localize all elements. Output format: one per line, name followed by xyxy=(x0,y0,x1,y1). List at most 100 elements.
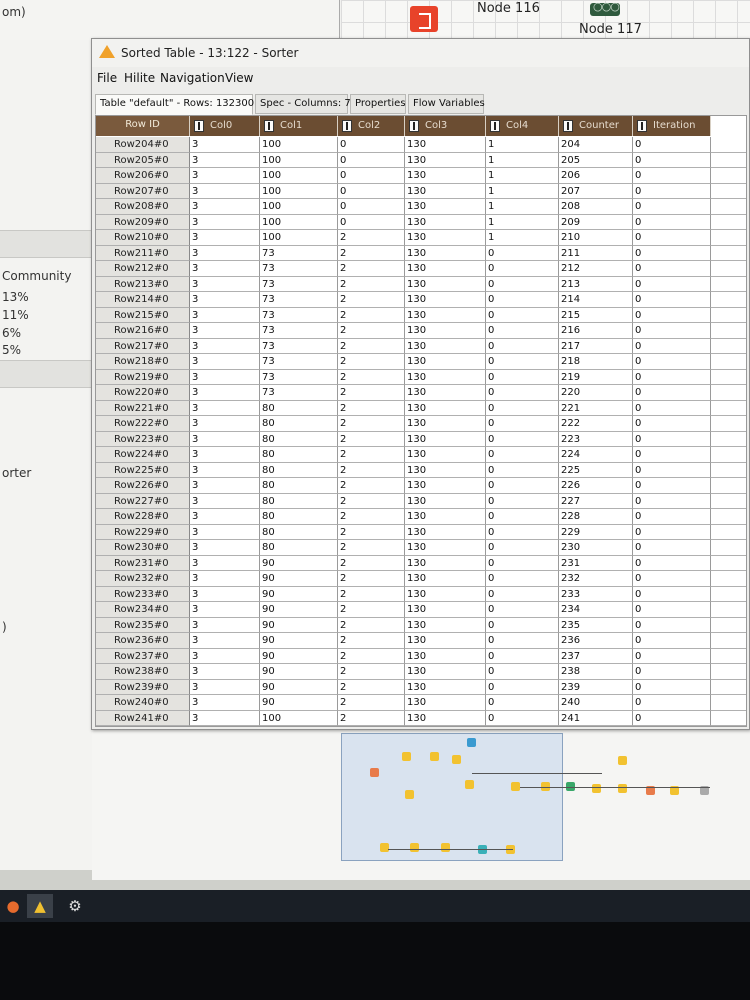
row-id-cell[interactable]: Row206#0 xyxy=(96,168,190,184)
tab-properties[interactable]: Properties xyxy=(350,94,406,114)
table-cell[interactable]: 204 xyxy=(559,137,633,153)
table-row[interactable]: Row231#0 3 90 2 130 0 231 0 xyxy=(96,555,746,571)
table-cell[interactable]: 0 xyxy=(486,648,559,664)
table-cell[interactable]: 0 xyxy=(633,323,711,339)
table-cell[interactable]: 0 xyxy=(338,214,405,230)
table-cell[interactable]: 218 xyxy=(559,354,633,370)
table-cell[interactable]: 2 xyxy=(338,710,405,726)
table-cell[interactable]: 220 xyxy=(559,385,633,401)
menu-navigation[interactable]: Navigation xyxy=(160,71,225,85)
row-id-cell[interactable]: Row212#0 xyxy=(96,261,190,277)
table-cell[interactable]: 130 xyxy=(405,447,486,463)
table-cell[interactable]: 130 xyxy=(405,540,486,556)
row-id-cell[interactable]: Row209#0 xyxy=(96,214,190,230)
table-cell[interactable]: 2 xyxy=(338,462,405,478)
table-cell[interactable]: 2 xyxy=(338,447,405,463)
table-row[interactable]: Row239#0 3 90 2 130 0 239 0 xyxy=(96,679,746,695)
table-cell[interactable]: 73 xyxy=(260,385,338,401)
row-id-cell[interactable]: Row210#0 xyxy=(96,230,190,246)
table-cell[interactable]: 2 xyxy=(338,261,405,277)
table-cell[interactable]: 90 xyxy=(260,602,338,618)
table-cell[interactable]: 0 xyxy=(486,307,559,323)
table-row[interactable]: Row238#0 3 90 2 130 0 238 0 xyxy=(96,664,746,680)
table-row[interactable]: Row226#0 3 80 2 130 0 226 0 xyxy=(96,478,746,494)
table-cell[interactable]: 0 xyxy=(633,571,711,587)
row-id-cell[interactable]: Row215#0 xyxy=(96,307,190,323)
row-id-cell[interactable]: Row208#0 xyxy=(96,199,190,215)
row-id-cell[interactable]: Row239#0 xyxy=(96,679,190,695)
row-id-cell[interactable]: Row213#0 xyxy=(96,276,190,292)
table-cell[interactable]: 0 xyxy=(633,555,711,571)
workflow-node[interactable] xyxy=(370,768,379,777)
table-cell[interactable]: 73 xyxy=(260,292,338,308)
table-cell[interactable]: 2 xyxy=(338,540,405,556)
row-id-cell[interactable]: Row233#0 xyxy=(96,586,190,602)
table-cell[interactable]: 3 xyxy=(190,369,260,385)
table-cell[interactable]: 90 xyxy=(260,695,338,711)
workflow-node[interactable] xyxy=(592,784,601,793)
table-cell[interactable]: 2 xyxy=(338,695,405,711)
table-cell[interactable]: 130 xyxy=(405,230,486,246)
table-cell[interactable]: 130 xyxy=(405,292,486,308)
table-cell[interactable]: 232 xyxy=(559,571,633,587)
table-cell[interactable]: 208 xyxy=(559,199,633,215)
table-cell[interactable]: 2 xyxy=(338,571,405,587)
table-row[interactable]: Row221#0 3 80 2 130 0 221 0 xyxy=(96,400,746,416)
table-cell[interactable]: 2 xyxy=(338,509,405,525)
workflow-node[interactable] xyxy=(410,843,419,852)
table-cell[interactable]: 90 xyxy=(260,664,338,680)
table-cell[interactable]: 90 xyxy=(260,586,338,602)
table-cell[interactable]: 221 xyxy=(559,400,633,416)
table-cell[interactable]: 2 xyxy=(338,338,405,354)
table-cell[interactable]: 2 xyxy=(338,354,405,370)
table-cell[interactable]: 216 xyxy=(559,323,633,339)
table-cell[interactable]: 0 xyxy=(633,524,711,540)
table-cell[interactable]: 207 xyxy=(559,183,633,199)
table-cell[interactable]: 3 xyxy=(190,323,260,339)
row-id-cell[interactable]: Row223#0 xyxy=(96,431,190,447)
row-id-cell[interactable]: Row226#0 xyxy=(96,478,190,494)
table-cell[interactable]: 0 xyxy=(633,261,711,277)
table-cell[interactable]: 73 xyxy=(260,354,338,370)
row-id-cell[interactable]: Row219#0 xyxy=(96,369,190,385)
table-cell[interactable]: 0 xyxy=(633,493,711,509)
row-id-cell[interactable]: Row221#0 xyxy=(96,400,190,416)
table-cell[interactable]: 73 xyxy=(260,338,338,354)
table-cell[interactable]: 210 xyxy=(559,230,633,246)
table-cell[interactable]: 0 xyxy=(633,509,711,525)
window-titlebar[interactable]: Sorted Table - 13:122 - Sorter xyxy=(92,39,749,67)
row-id-cell[interactable]: Row218#0 xyxy=(96,354,190,370)
table-cell[interactable]: 3 xyxy=(190,261,260,277)
table-cell[interactable]: 100 xyxy=(260,183,338,199)
table-row[interactable]: Row228#0 3 80 2 130 0 228 0 xyxy=(96,509,746,525)
table-cell[interactable]: 3 xyxy=(190,540,260,556)
table-cell[interactable]: 130 xyxy=(405,137,486,153)
table-cell[interactable]: 0 xyxy=(633,199,711,215)
table-cell[interactable]: 130 xyxy=(405,385,486,401)
table-cell[interactable]: 2 xyxy=(338,292,405,308)
table-cell[interactable]: 100 xyxy=(260,230,338,246)
column-header-col4[interactable]: Col4 xyxy=(486,116,559,136)
table-cell[interactable]: 0 xyxy=(486,478,559,494)
table-cell[interactable]: 0 xyxy=(486,431,559,447)
table-cell[interactable]: 0 xyxy=(486,323,559,339)
table-cell[interactable]: 223 xyxy=(559,431,633,447)
table-cell[interactable]: 2 xyxy=(338,323,405,339)
table-cell[interactable]: 100 xyxy=(260,152,338,168)
table-row[interactable]: Row216#0 3 73 2 130 0 216 0 xyxy=(96,323,746,339)
table-cell[interactable]: 236 xyxy=(559,633,633,649)
row-id-cell[interactable]: Row217#0 xyxy=(96,338,190,354)
table-cell[interactable]: 215 xyxy=(559,307,633,323)
table-row[interactable]: Row205#0 3 100 0 130 1 205 0 xyxy=(96,152,746,168)
table-cell[interactable]: 0 xyxy=(486,679,559,695)
row-id-cell[interactable]: Row205#0 xyxy=(96,152,190,168)
table-cell[interactable]: 1 xyxy=(486,183,559,199)
row-id-cell[interactable]: Row228#0 xyxy=(96,509,190,525)
table-cell[interactable]: 238 xyxy=(559,664,633,680)
table-cell[interactable]: 2 xyxy=(338,648,405,664)
table-cell[interactable]: 130 xyxy=(405,400,486,416)
table-cell[interactable]: 80 xyxy=(260,462,338,478)
table-cell[interactable]: 130 xyxy=(405,307,486,323)
table-row[interactable]: Row237#0 3 90 2 130 0 237 0 xyxy=(96,648,746,664)
table-cell[interactable]: 0 xyxy=(486,524,559,540)
